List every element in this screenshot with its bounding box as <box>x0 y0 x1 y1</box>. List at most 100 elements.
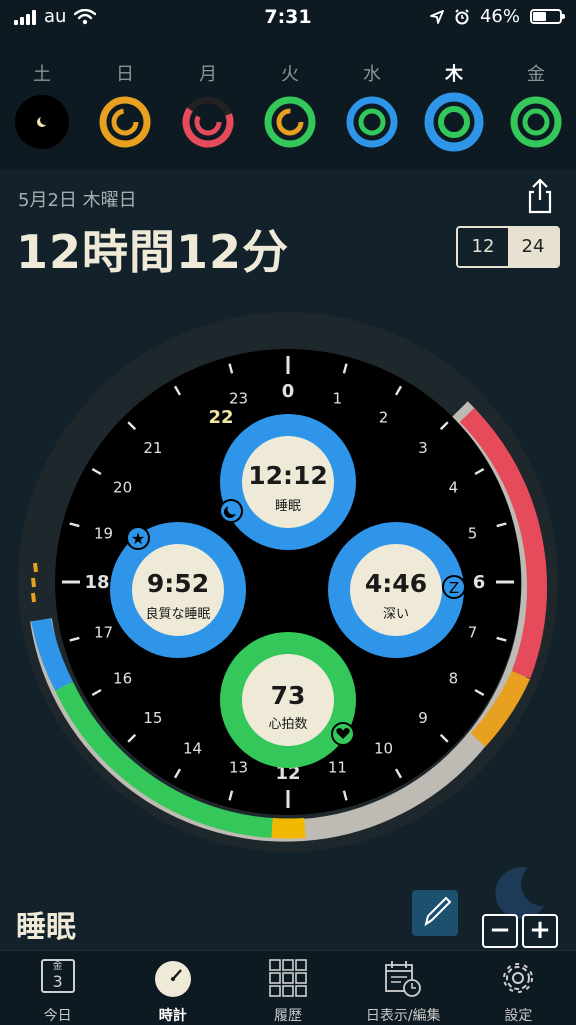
format-12-button[interactable]: 12 <box>458 228 508 266</box>
hour-label: 6 <box>473 572 486 593</box>
hour-label: 9 <box>418 709 428 727</box>
hour-label: 18 <box>84 572 109 593</box>
moon-icon <box>219 499 243 523</box>
clock-icon <box>154 961 191 997</box>
day-sun[interactable]: 日 <box>93 60 157 150</box>
moon-ring-icon <box>15 95 69 149</box>
sleep-clock-dial: 0 1234567891011121314151617181920212223 1… <box>18 312 558 852</box>
hour-label: 20 <box>113 479 132 497</box>
tab-label: 履歴 <box>274 1008 302 1024</box>
tab-day-edit[interactable]: 日表示/編集 <box>346 951 461 1025</box>
hour-label: 3 <box>418 439 428 457</box>
hour-label: 22 <box>208 407 233 428</box>
tab-settings[interactable]: 設定 <box>461 951 576 1025</box>
format-24-button[interactable]: 24 <box>508 228 558 266</box>
stat-heart-value: 73 <box>271 681 306 710</box>
hour-label: 14 <box>183 739 202 757</box>
stat-quality[interactable]: 9:52 良質な睡眠 ★ <box>110 522 246 658</box>
pencil-icon <box>424 896 452 927</box>
day-label: 月 <box>199 64 217 85</box>
status-bar: au 7:31 46% <box>0 0 576 34</box>
day-fri[interactable]: 金 <box>504 60 568 150</box>
stat-heart-label: 心拍数 <box>268 717 307 732</box>
tab-label: 時計 <box>158 1008 187 1024</box>
hour-label: 10 <box>374 739 393 757</box>
status-right: 46% <box>430 6 565 27</box>
day-label: 土 <box>33 64 51 85</box>
heart-icon <box>331 722 355 746</box>
tab-label: 設定 <box>504 1008 533 1024</box>
zoom-out-button[interactable]: − <box>482 914 518 948</box>
grid-icon <box>269 959 307 997</box>
hour-label: 15 <box>143 709 162 727</box>
svg-text:Z: Z <box>449 579 459 597</box>
hour-label: 7 <box>468 623 478 641</box>
tab-today[interactable]: 金 3 今日 <box>0 951 115 1025</box>
z-icon: Z <box>442 575 466 599</box>
date-label: 5月2日 木曜日 <box>18 190 137 211</box>
alarm-icon <box>455 8 469 24</box>
week-strip: 土 日 月 火 水 木 金 <box>0 60 576 170</box>
hour-label: 17 <box>94 623 113 641</box>
share-icon[interactable] <box>520 176 560 216</box>
calendar-edit-icon <box>385 961 422 997</box>
day-thu[interactable]: 木 <box>422 60 486 152</box>
hour-format-toggle: 12 24 <box>456 226 560 268</box>
hour-label: 16 <box>113 670 132 688</box>
activity-ring-icon <box>510 96 562 148</box>
tab-history[interactable]: 履歴 <box>230 951 345 1025</box>
hour-label: 4 <box>449 479 459 497</box>
sleep-duration: 12時間12分 <box>16 225 290 279</box>
calendar-icon: 金 3 <box>40 959 75 993</box>
tab-clock[interactable]: 時計 <box>115 951 230 1025</box>
battery-percent: 46% <box>479 6 520 27</box>
hour-label: 1 <box>333 390 343 408</box>
hour-label: 5 <box>468 525 478 543</box>
edit-button[interactable] <box>412 890 458 936</box>
hour-label: 11 <box>328 758 347 776</box>
gear-icon <box>503 963 534 993</box>
day-label: 金 <box>527 64 545 85</box>
stat-deep-value: 4:46 <box>365 569 427 598</box>
zoom-in-button[interactable]: + <box>522 914 558 948</box>
hour-label: 8 <box>449 670 459 688</box>
day-label: 日 <box>116 64 134 85</box>
activity-ring-icon <box>264 96 316 148</box>
activity-ring-icon <box>424 92 484 152</box>
day-label: 火 <box>281 64 299 85</box>
zoom-controls: − + <box>482 914 558 948</box>
hour-label: 23 <box>229 390 248 408</box>
mode-title: 睡眠 <box>16 910 76 945</box>
tab-label: 今日 <box>43 1008 72 1024</box>
hour-label: 2 <box>379 409 389 427</box>
stat-quality-value: 9:52 <box>147 569 209 598</box>
stat-sleep-label: 睡眠 <box>275 499 301 514</box>
svg-text:★: ★ <box>131 529 145 548</box>
crescent-moon-icon <box>495 867 544 920</box>
hour-label: 21 <box>143 439 162 457</box>
day-wed[interactable]: 水 <box>340 60 404 150</box>
stat-deep[interactable]: 4:46 深い Z <box>328 522 466 658</box>
yellow-segment <box>271 818 306 839</box>
hour-label: 0 <box>282 381 295 402</box>
day-mon[interactable]: 月 <box>176 60 240 150</box>
activity-ring-icon <box>346 96 398 148</box>
day-sat[interactable]: 土 <box>10 60 74 150</box>
tab-bar: 金 3 今日 時計 履歴 日表示/編集 設定 <box>0 950 576 1025</box>
stat-sleep[interactable]: 12:12 睡眠 <box>219 414 356 550</box>
day-tue[interactable]: 火 <box>258 60 322 150</box>
day-label: 木 <box>445 64 463 85</box>
stat-deep-label: 深い <box>383 607 409 622</box>
stat-quality-label: 良質な睡眠 <box>145 606 210 622</box>
main-content: 5月2日 木曜日 12時間12分 12 24 0 1 2 3 4 5 6 7 8 9 10 11 12 1… <box>0 170 576 950</box>
hour-label: 13 <box>229 758 248 776</box>
battery-icon <box>530 9 565 24</box>
star-icon: ★ <box>126 526 150 550</box>
stat-sleep-value: 12:12 <box>248 461 328 490</box>
stat-heart[interactable]: 73 心拍数 <box>220 632 356 768</box>
tab-label: 日表示/編集 <box>365 1008 441 1024</box>
calendar-number: 3 <box>52 972 63 991</box>
hour-label: 19 <box>94 525 113 543</box>
activity-ring-icon <box>182 96 234 148</box>
activity-ring-icon <box>99 96 151 148</box>
